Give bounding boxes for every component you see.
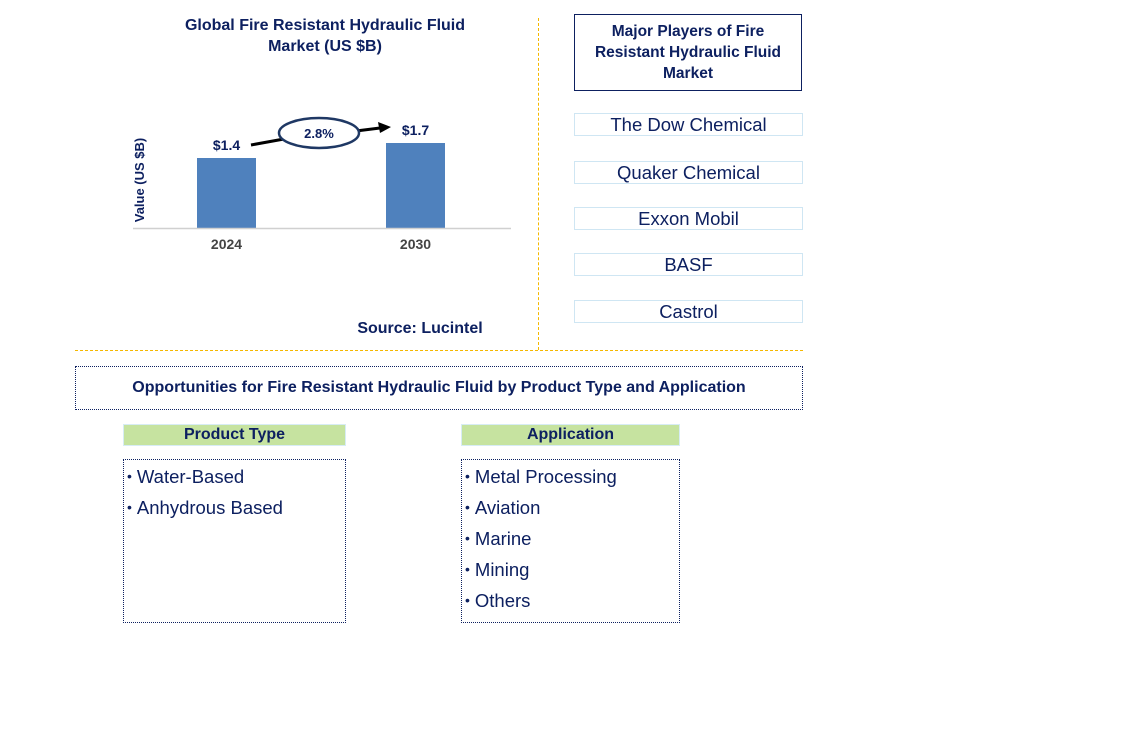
- cagr-arrow-line: [250, 137, 285, 147]
- player-item: Castrol: [574, 300, 803, 323]
- arrow-head-icon: [378, 122, 391, 133]
- bullet-icon: •: [465, 561, 470, 577]
- vertical-divider: [538, 18, 539, 350]
- list-item: • Aviation: [465, 497, 541, 518]
- product-type-list: • Water-Based • Anhydrous Based: [123, 459, 346, 623]
- y-axis-label: Value (US $B): [132, 138, 147, 223]
- bullet-icon: •: [127, 468, 132, 484]
- x-tick-label: 2030: [400, 236, 431, 252]
- bullet-icon: •: [465, 530, 470, 546]
- player-item: Exxon Mobil: [574, 207, 803, 230]
- player-item: Quaker Chemical: [574, 161, 803, 184]
- application-list: • Metal Processing • Aviation • Marine • Min…: [461, 459, 680, 623]
- bar-2024: [197, 158, 256, 228]
- list-item: • Anhydrous Based: [127, 497, 283, 518]
- bullet-icon: •: [465, 592, 470, 608]
- opportunities-heading-text: Opportunities for Fire Resistant Hydraul…: [132, 379, 746, 396]
- player-item: The Dow Chemical: [574, 113, 803, 136]
- list-item: • Metal Processing: [465, 466, 617, 487]
- list-item: • Others: [465, 590, 531, 611]
- data-label: $1.7: [402, 122, 429, 138]
- bullet-icon: •: [465, 499, 470, 515]
- player-item: BASF: [574, 253, 803, 276]
- list-item: • Mining: [465, 559, 530, 580]
- product-type-header: Product Type: [123, 424, 346, 446]
- bullet-icon: •: [465, 468, 470, 484]
- bullet-icon: •: [127, 499, 132, 515]
- application-header: Application: [461, 424, 680, 446]
- x-tick-label: 2024: [211, 236, 242, 252]
- data-label: $1.4: [213, 137, 240, 153]
- major-players-heading: Major Players of Fire Resistant Hydrauli…: [574, 14, 802, 91]
- horizontal-divider: [75, 350, 803, 351]
- list-item: • Marine: [465, 528, 532, 549]
- source-label: Source: Lucintel: [357, 320, 483, 337]
- bar-chart: Value (US $B) $1.4 2024 $1.7 2030 2.8%: [132, 116, 511, 252]
- list-item: • Water-Based: [127, 466, 245, 487]
- bar-2030: [386, 143, 445, 228]
- opportunities-heading: Opportunities for Fire Resistant Hydraul…: [75, 366, 803, 410]
- cagr-label: 2.8%: [304, 126, 334, 141]
